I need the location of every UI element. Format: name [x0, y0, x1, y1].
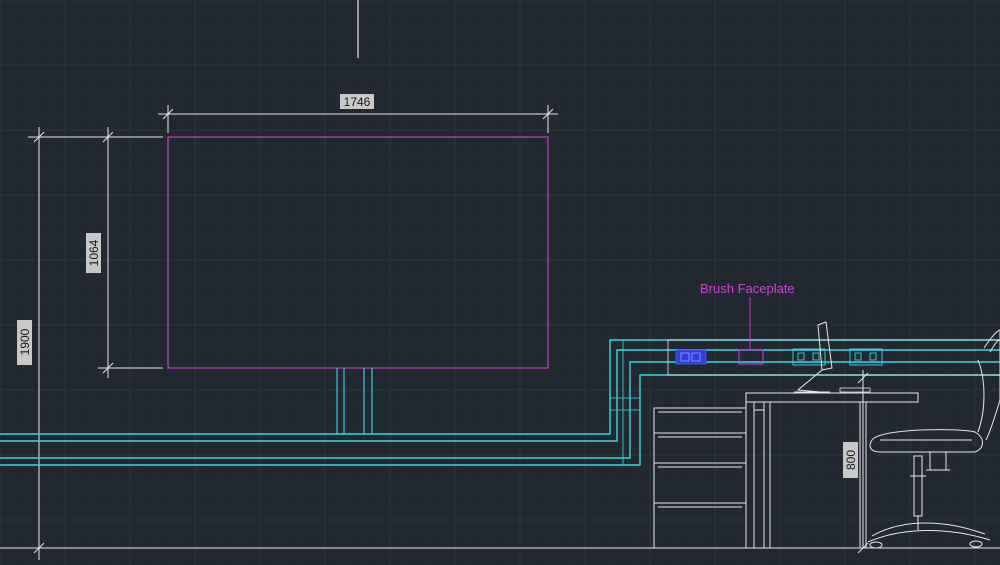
dimension-overall-label: 1900 — [18, 328, 32, 355]
brush-faceplate-label: Brush Faceplate — [700, 281, 795, 296]
cad-drawing-canvas[interactable]: 1746 1064 1900 Brush Faceplate 800 — [0, 0, 1000, 565]
data-port-faceplate[interactable] — [675, 349, 707, 365]
dimension-desk-label: 800 — [844, 450, 858, 470]
dimension-height-label: 1064 — [87, 239, 101, 266]
model-space-background — [0, 0, 1000, 565]
dimension-width-label: 1746 — [344, 95, 371, 109]
